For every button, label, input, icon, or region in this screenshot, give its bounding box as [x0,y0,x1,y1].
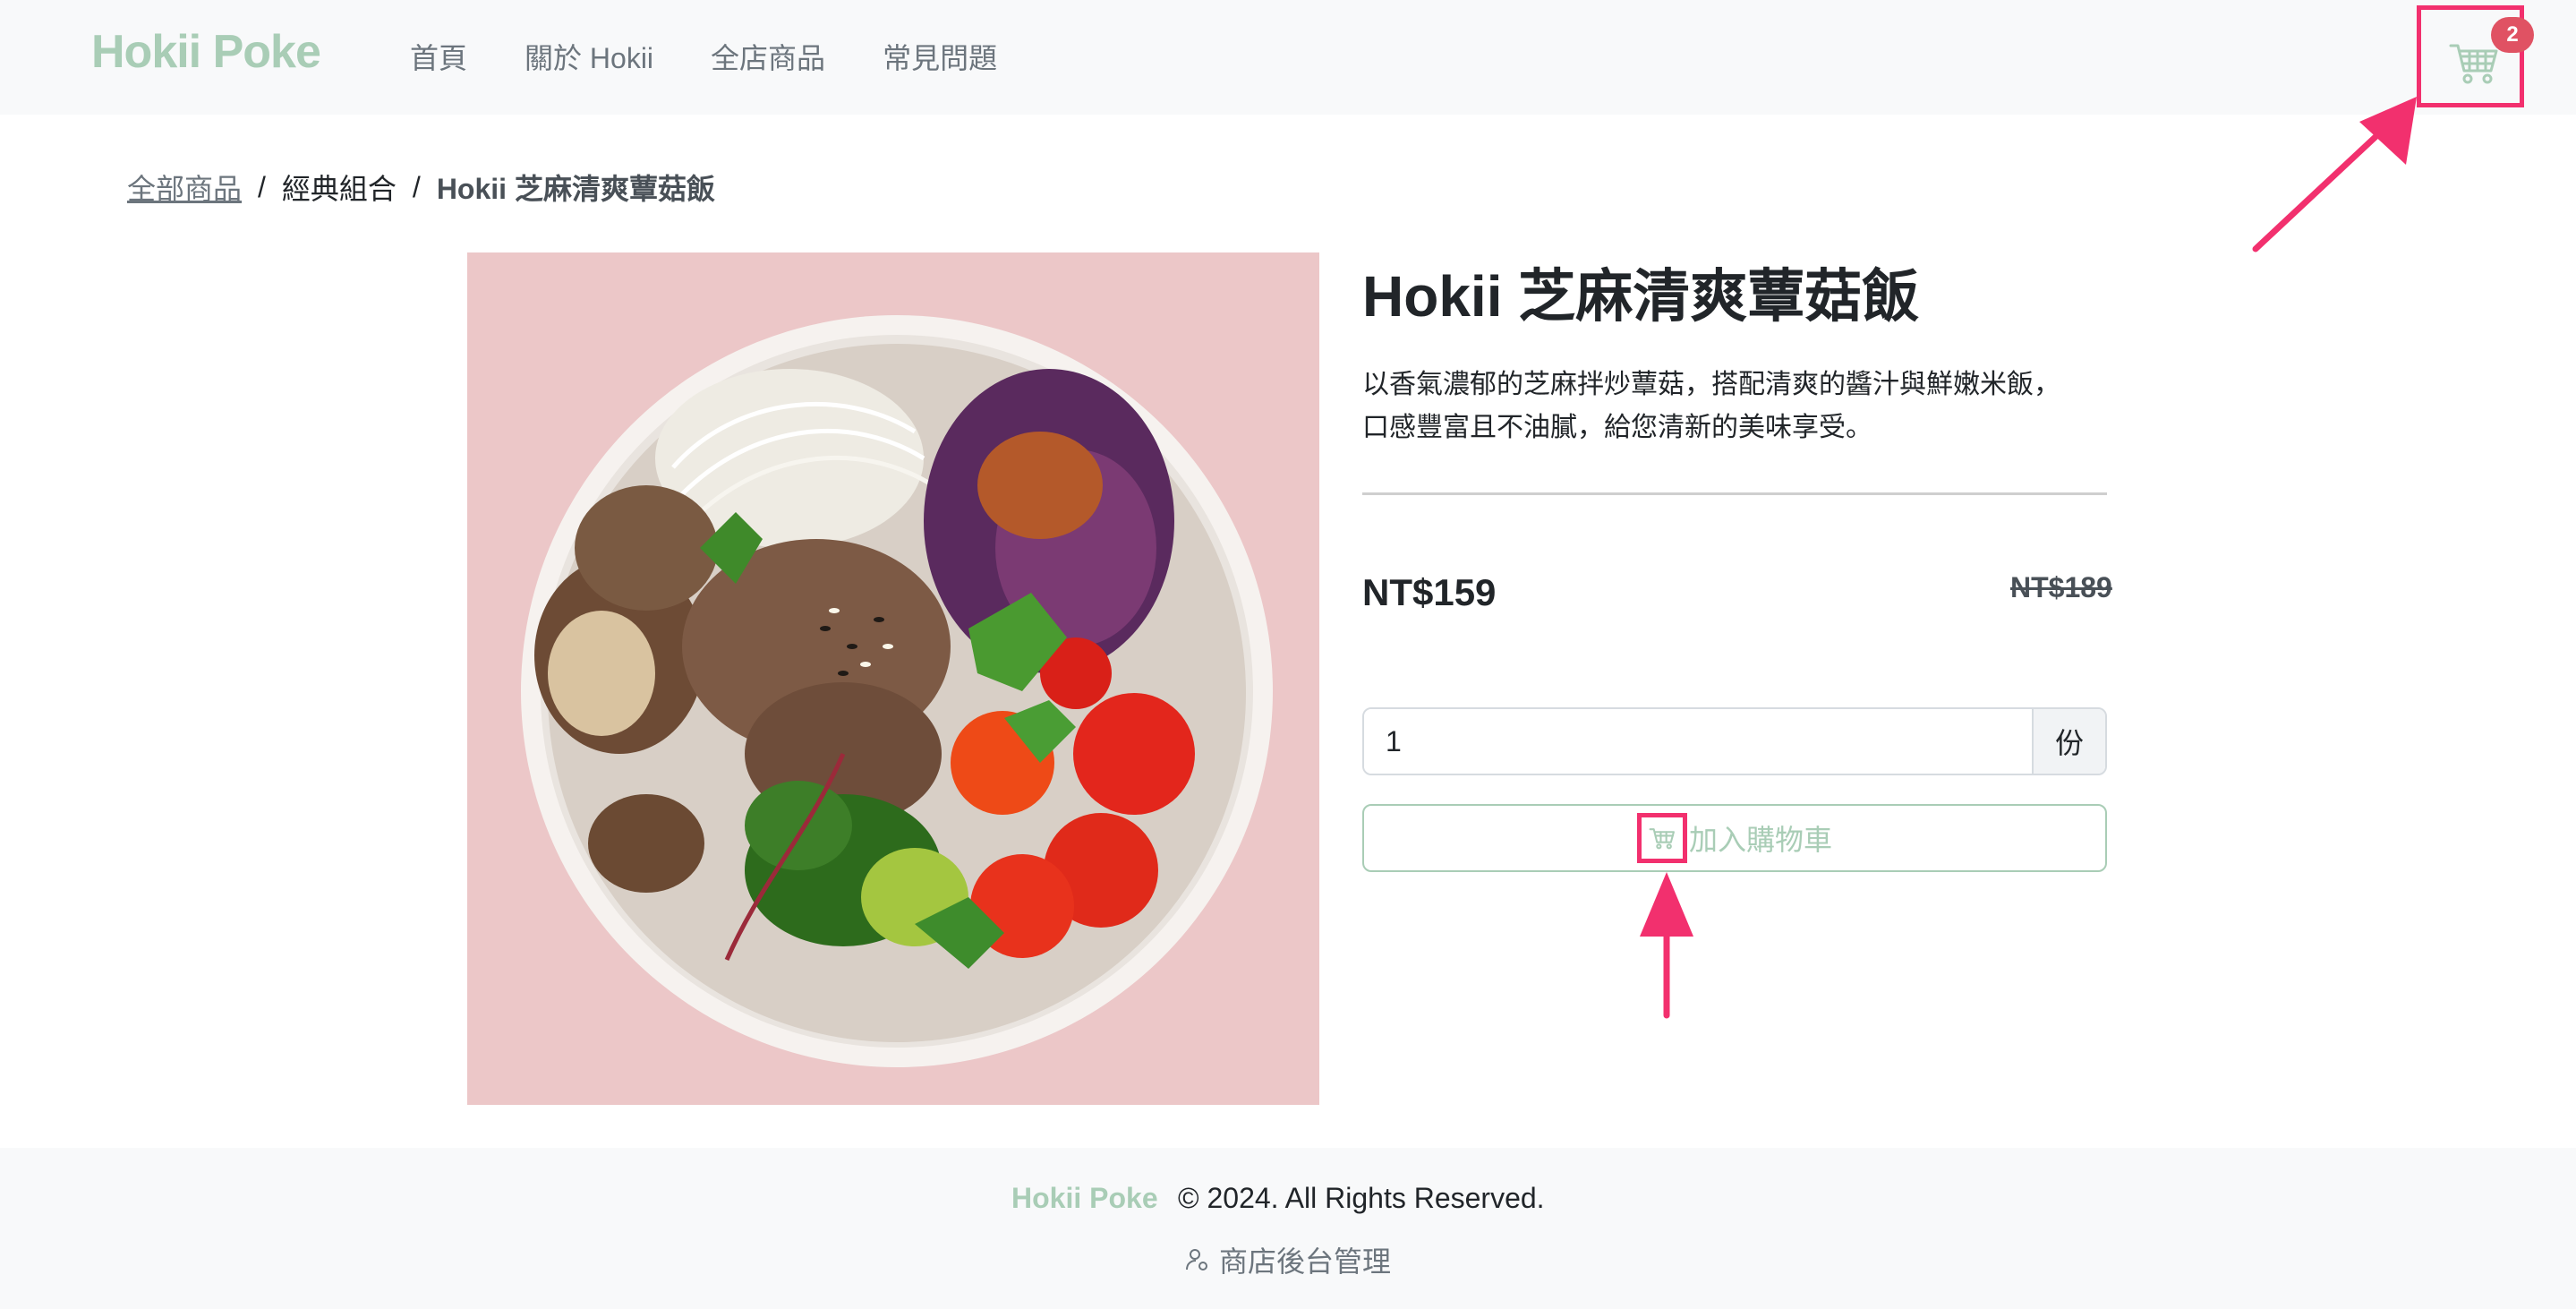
nav-links: 首頁 關於 Hokii 全店商品 常見問題 [410,36,997,77]
footer-brand[interactable]: Hokii Poke [1011,1182,1158,1215]
cart-button[interactable]: 2 [2417,5,2534,107]
cart-icon [1649,828,1675,850]
admin-link-label: 商店後台管理 [1219,1245,1392,1278]
product-description-line: 以香氣濃郁的芝麻拌炒蕈菇，搭配清爽的醬汁與鮮嫩米飯， [1362,370,2060,399]
breadcrumb-current: Hokii 芝麻清爽蕈菇飯 [436,173,715,205]
brand-logo[interactable]: Hokii Poke [91,25,321,79]
product-description: 以香氣濃郁的芝麻拌炒蕈菇，搭配清爽的醬汁與鮮嫩米飯， 口感豐富且不油膩，給您清新… [1362,364,2114,449]
nav-link-home[interactable]: 首頁 [410,36,467,77]
nav-link-about[interactable]: 關於 Hokii [525,36,653,77]
cart-icon [2449,44,2498,84]
product-title: Hokii 芝麻清爽蕈菇飯 [1362,264,1920,329]
annotation-arrow-cart [2252,97,2417,252]
annotation-arrow-add-to-cart [1640,872,1693,1019]
breadcrumb-category[interactable]: 經典組合 [282,167,397,208]
quantity-unit: 份 [2032,709,2105,774]
user-gear-icon [1186,1249,1207,1270]
admin-link[interactable]: 商店後台管理 [1185,1239,1391,1280]
footer: Hokii Poke © 2024. All Rights Reserved. … [0,1148,2576,1309]
nav-link-faq[interactable]: 常見問題 [883,36,997,77]
add-to-cart-button[interactable]: 加入購物車 [1362,804,2107,872]
footer-copyright: © 2024. All Rights Reserved. [1178,1182,1545,1214]
product-description-line: 口感豐富且不油膩，給您清新的美味享受。 [1362,413,1872,442]
product-original-price: NT$189 [2010,571,2112,603]
breadcrumb-separator: / [412,170,421,203]
breadcrumb: 全部商品 / 經典組合 / Hokii 芝麻清爽蕈菇飯 [127,167,715,208]
quantity-input-group: 份 [1362,707,2107,775]
add-to-cart-icon-highlight [1636,813,1687,863]
nav-link-all-products[interactable]: 全店商品 [711,36,825,77]
breadcrumb-all-products[interactable]: 全部商品 [127,167,242,208]
breadcrumb-separator: / [258,170,266,203]
cart-count-badge: 2 [2491,17,2534,53]
quantity-input[interactable] [1364,709,2032,774]
product-image [467,252,1319,1105]
add-to-cart-label: 加入購物車 [1688,824,1832,856]
navbar: Hokii Poke 首頁 關於 Hokii 全店商品 常見問題 2 [0,0,2576,115]
product-price: NT$159 [1362,571,1497,613]
divider [1362,492,2107,495]
